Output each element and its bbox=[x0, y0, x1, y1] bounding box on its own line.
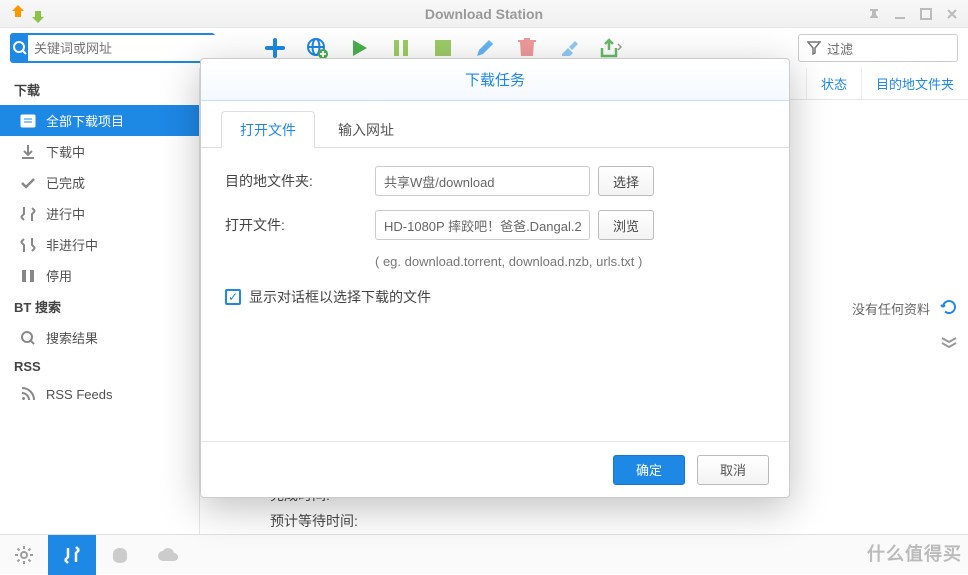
minimize-button[interactable] bbox=[892, 6, 908, 22]
sidebar-header-rss: RSS bbox=[0, 353, 199, 380]
delete-button[interactable] bbox=[515, 36, 539, 60]
search-icon bbox=[12, 35, 28, 61]
maximize-button[interactable] bbox=[918, 6, 934, 22]
empty-text: 没有任何资料 bbox=[852, 299, 930, 318]
ok-button[interactable]: 确定 bbox=[613, 455, 685, 485]
sidebar-item-active[interactable]: 进行中 bbox=[0, 198, 199, 229]
dest-select-button[interactable]: 选择 bbox=[598, 166, 654, 196]
modal-footer: 确定 取消 bbox=[201, 441, 789, 497]
watermark: 什么值得买 bbox=[867, 540, 962, 566]
toolbar-buttons bbox=[263, 36, 623, 60]
filter-icon bbox=[807, 41, 821, 55]
share-button[interactable] bbox=[599, 36, 623, 60]
cloud-button[interactable] bbox=[144, 535, 192, 575]
dest-label: 目的地文件夹: bbox=[225, 171, 375, 191]
sidebar: 下载 全部下载项目 下载中 已完成 进行中 非进行中 停用 BT 搜索 搜索结果 bbox=[0, 68, 200, 534]
edit-button[interactable] bbox=[473, 36, 497, 60]
search-box[interactable] bbox=[10, 33, 215, 63]
sidebar-item-inactive[interactable]: 非进行中 bbox=[0, 229, 199, 260]
empty-row: 没有任何资料 bbox=[852, 298, 958, 319]
filter-box[interactable]: 过滤 bbox=[798, 34, 958, 62]
col-dest[interactable]: 目的地文件夹 bbox=[861, 68, 968, 99]
modal-tabs: 打开文件 输入网址 bbox=[201, 101, 789, 148]
sidebar-item-all[interactable]: 全部下载项目 bbox=[0, 105, 199, 136]
detail-wait-label: 预计等待时间: bbox=[270, 508, 360, 534]
sidebar-item-search-results[interactable]: 搜索结果 bbox=[0, 322, 199, 353]
filter-placeholder: 过滤 bbox=[827, 39, 853, 58]
app-icon bbox=[10, 5, 46, 23]
col-status[interactable]: 状态 bbox=[806, 68, 861, 99]
emule-button[interactable] bbox=[96, 535, 144, 575]
pin-button[interactable] bbox=[866, 6, 882, 22]
sidebar-header-bt: BT 搜索 bbox=[0, 291, 199, 322]
window-controls bbox=[866, 6, 960, 22]
refresh-button[interactable] bbox=[940, 298, 958, 319]
modal-body: 目的地文件夹: 选择 打开文件: 浏览 ( eg. download.torre… bbox=[201, 148, 789, 441]
app-title: Download Station bbox=[0, 6, 968, 22]
close-button[interactable] bbox=[944, 6, 960, 22]
queue-button[interactable] bbox=[48, 535, 96, 575]
clear-button[interactable] bbox=[557, 36, 581, 60]
play-button[interactable] bbox=[347, 36, 371, 60]
search-input[interactable] bbox=[28, 35, 216, 61]
show-dialog-checkbox[interactable]: ✓ bbox=[225, 289, 241, 305]
add-button[interactable] bbox=[263, 36, 287, 60]
sidebar-item-rss[interactable]: RSS Feeds bbox=[0, 380, 199, 408]
stop-button[interactable] bbox=[431, 36, 455, 60]
collapse-icon[interactable] bbox=[940, 336, 958, 351]
add-url-button[interactable] bbox=[305, 36, 329, 60]
modal-title: 下载任务 bbox=[201, 59, 789, 101]
settings-button[interactable] bbox=[0, 535, 48, 575]
checkbox-row[interactable]: ✓ 显示对话框以选择下载的文件 bbox=[225, 287, 765, 307]
titlebar: Download Station bbox=[0, 0, 968, 28]
sidebar-header-download: 下载 bbox=[0, 74, 199, 105]
dest-input[interactable] bbox=[375, 166, 590, 196]
cancel-button[interactable]: 取消 bbox=[697, 455, 769, 485]
sidebar-item-downloading[interactable]: 下载中 bbox=[0, 136, 199, 167]
download-task-modal: 下载任务 打开文件 输入网址 目的地文件夹: 选择 打开文件: 浏览 ( eg.… bbox=[200, 58, 790, 498]
tab-enter-url[interactable]: 输入网址 bbox=[319, 111, 413, 148]
pause-button[interactable] bbox=[389, 36, 413, 60]
file-browse-button[interactable]: 浏览 bbox=[598, 210, 654, 240]
bottom-bar bbox=[0, 534, 968, 574]
sidebar-item-stopped[interactable]: 停用 bbox=[0, 260, 199, 291]
file-input[interactable] bbox=[375, 210, 590, 240]
file-label: 打开文件: bbox=[225, 215, 375, 235]
sidebar-item-completed[interactable]: 已完成 bbox=[0, 167, 199, 198]
checkbox-label: 显示对话框以选择下载的文件 bbox=[249, 287, 431, 307]
tab-open-file[interactable]: 打开文件 bbox=[221, 111, 315, 148]
file-hint: ( eg. download.torrent, download.nzb, ur… bbox=[375, 254, 765, 269]
